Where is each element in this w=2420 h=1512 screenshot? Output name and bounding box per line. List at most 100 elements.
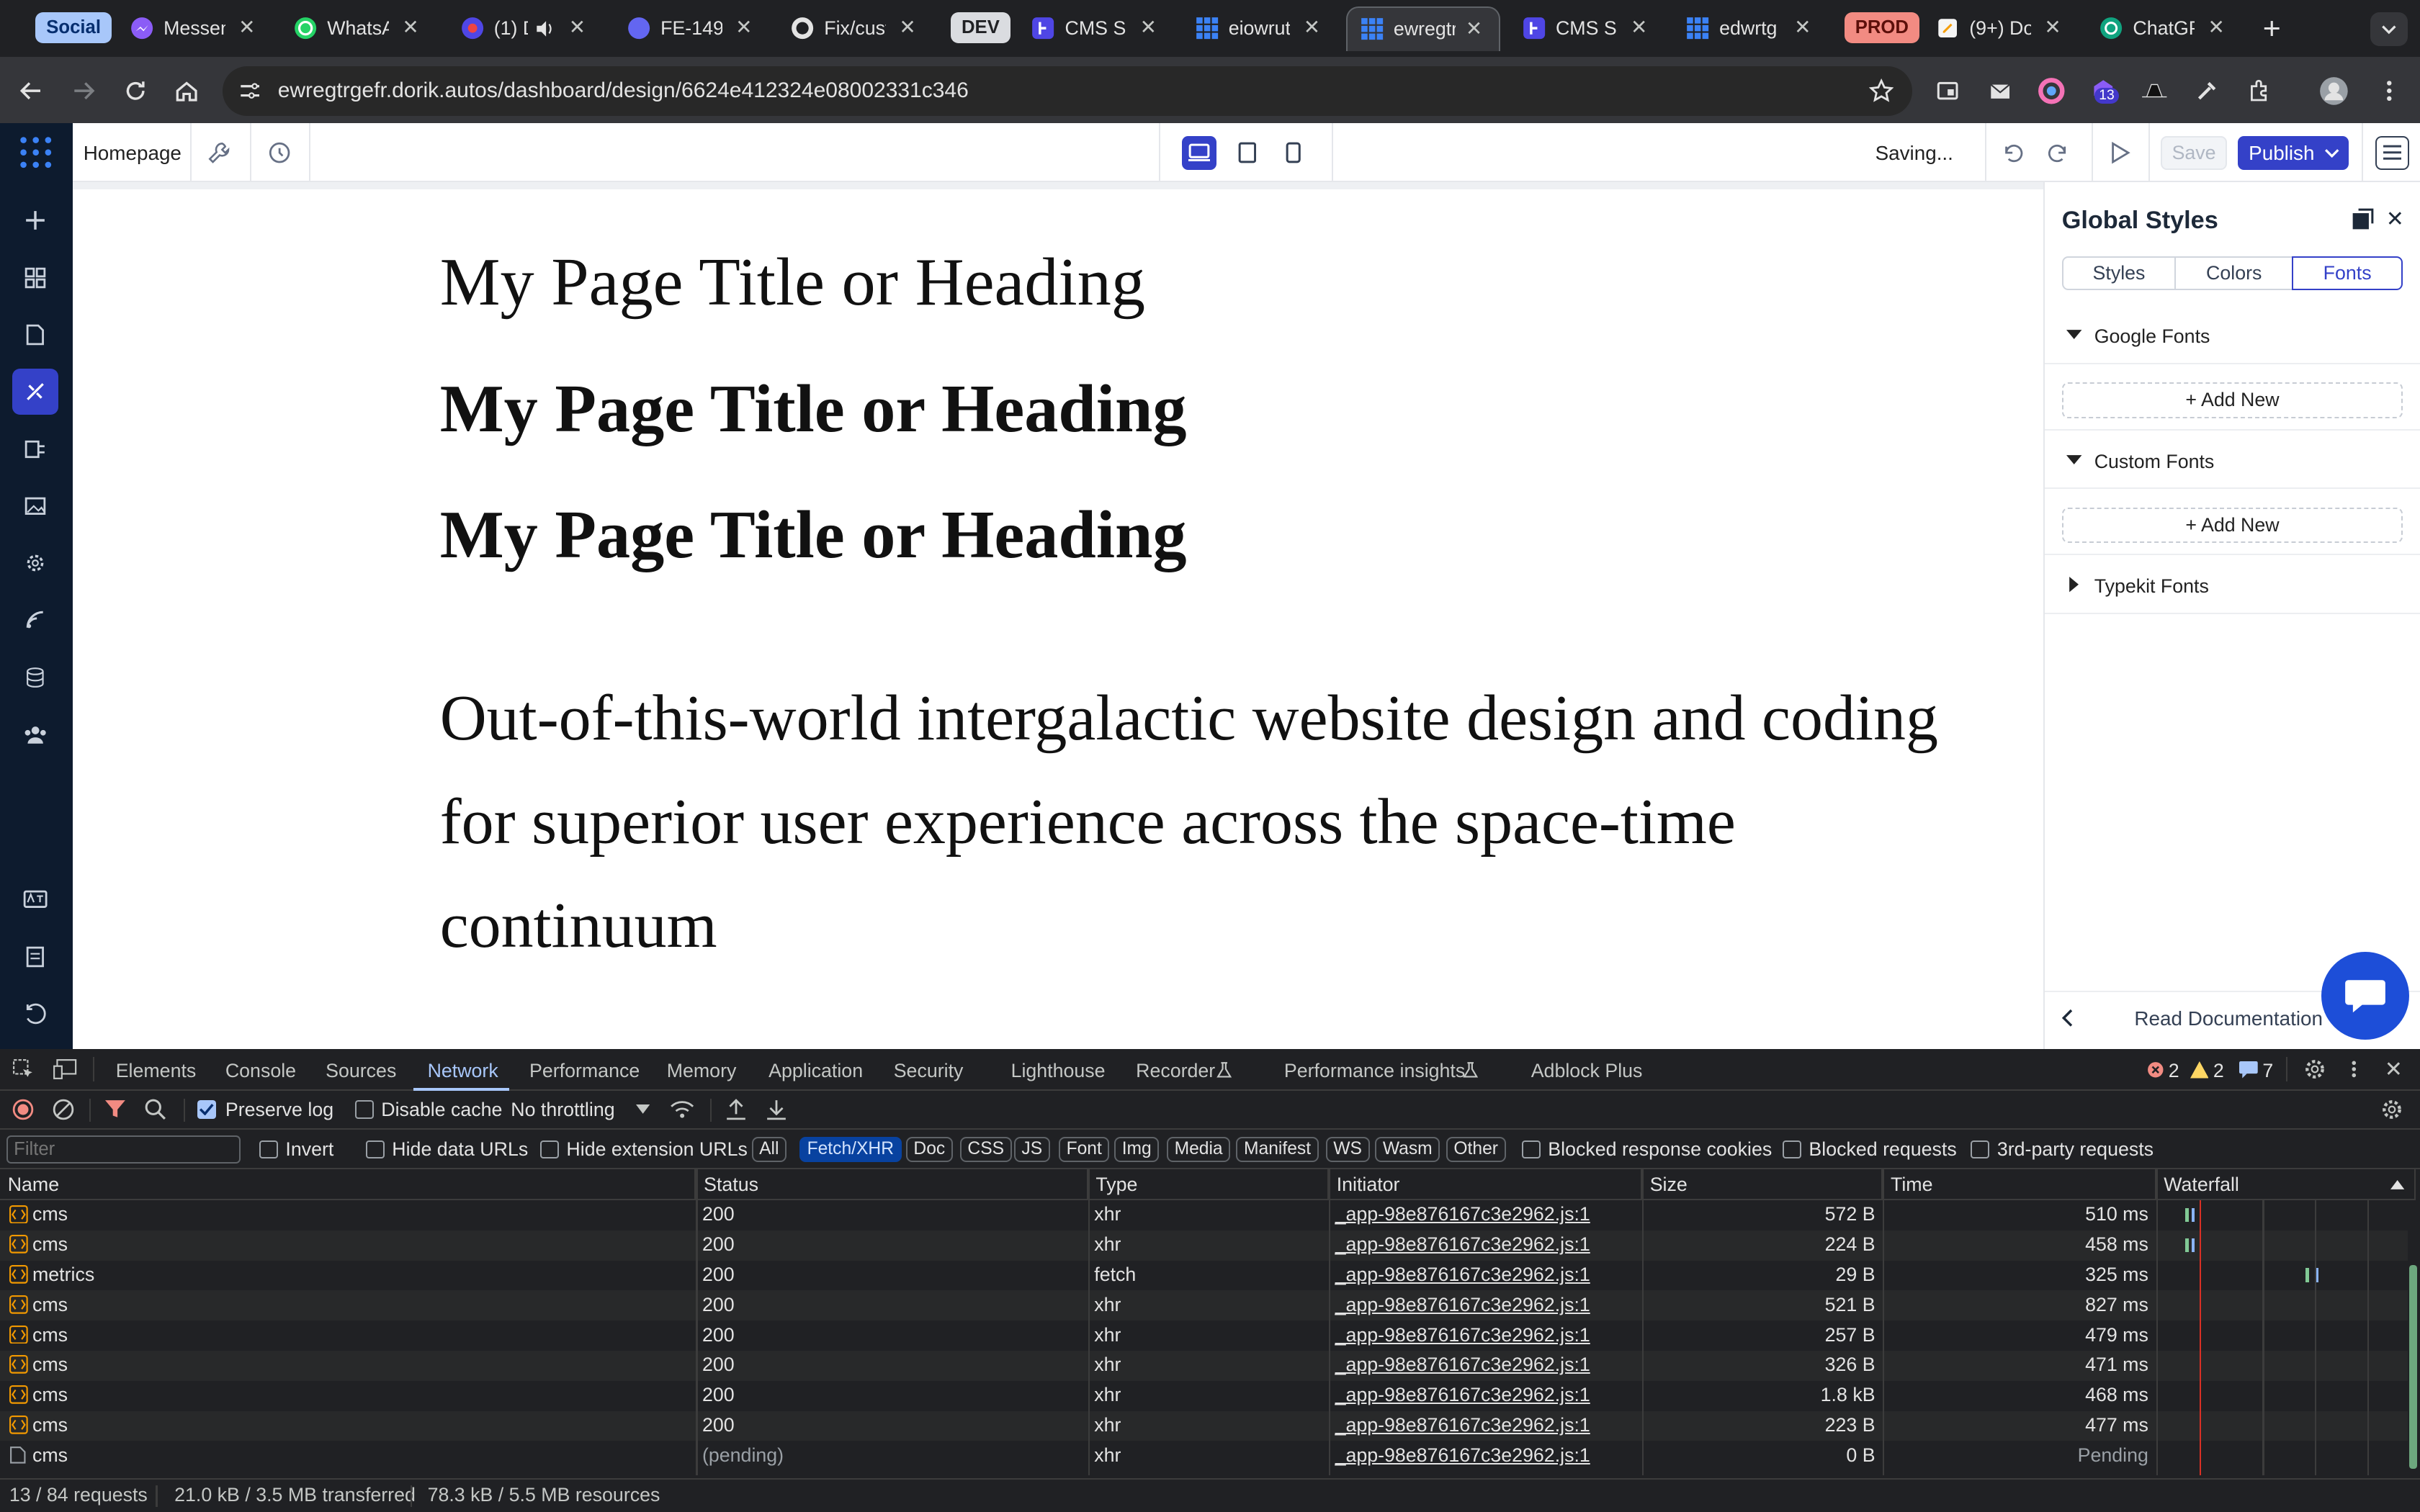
close-icon[interactable]: ✕ xyxy=(1791,15,1815,40)
column-header-time[interactable]: Time xyxy=(1883,1169,2156,1201)
column-header-size[interactable]: Size xyxy=(1642,1169,1883,1201)
tablet-view-button[interactable] xyxy=(1230,136,1264,170)
close-icon[interactable]: ✕ xyxy=(1136,15,1160,40)
extension-badge-icon[interactable]: 13 xyxy=(2085,73,2122,109)
devtools-tab-adblock-plus[interactable]: Adblock Plus xyxy=(1531,1060,1643,1082)
members-icon[interactable] xyxy=(12,711,58,757)
filter-chip-css[interactable]: CSS xyxy=(959,1137,1012,1162)
table-row[interactable]: cms 200 xhr _app-98e876167c3e2962.js:1 223 B… xyxy=(0,1410,2408,1441)
request-initiator-link[interactable]: _app-98e876167c3e2962.js:1 xyxy=(1335,1203,1590,1225)
table-row[interactable]: metrics 200 fetch _app-98e876167c3e2962.js:… xyxy=(0,1261,2408,1291)
design-canvas[interactable]: My Page Title or Heading My Page Title o… xyxy=(72,181,2045,1050)
more-options-icon[interactable] xyxy=(2351,1060,2357,1079)
site-info-icon[interactable] xyxy=(238,78,262,103)
close-icon[interactable]: ✕ xyxy=(1461,17,1486,41)
database-icon[interactable] xyxy=(12,654,58,701)
filter-chip-media[interactable]: Media xyxy=(1167,1137,1231,1162)
settings-gear-icon[interactable] xyxy=(2304,1058,2326,1080)
design-tools-icon[interactable] xyxy=(12,369,59,415)
invert-checkbox[interactable] xyxy=(259,1140,278,1159)
browser-tab-active[interactable]: ewregtr ✕ xyxy=(1345,6,1500,51)
changelog-icon[interactable] xyxy=(12,991,58,1037)
export-har-icon[interactable] xyxy=(766,1099,787,1120)
third-party-requests-checkbox[interactable] xyxy=(1971,1140,1990,1159)
browser-tab[interactable]: (1) D ✕ xyxy=(447,6,601,51)
browser-tab[interactable]: CMS Si ✕ xyxy=(1510,6,1664,51)
settings-gear-icon[interactable] xyxy=(12,540,58,586)
browser-tab[interactable]: FE-149 ✕ xyxy=(614,6,768,51)
filter-chip-manifest[interactable]: Manifest xyxy=(1236,1137,1319,1162)
chat-support-button[interactable] xyxy=(2321,952,2409,1040)
speaker-icon[interactable] xyxy=(534,18,555,40)
tab-fonts[interactable]: Fonts xyxy=(2291,256,2403,290)
close-icon[interactable]: ✕ xyxy=(895,15,920,40)
caret-down-icon[interactable] xyxy=(635,1104,650,1115)
request-initiator-link[interactable]: _app-98e876167c3e2962.js:1 xyxy=(1335,1444,1590,1467)
add-google-font-button[interactable]: + Add New xyxy=(2061,382,2403,418)
undo-icon[interactable] xyxy=(2000,140,2025,165)
request-initiator-link[interactable]: _app-98e876167c3e2962.js:1 xyxy=(1335,1264,1590,1286)
page-heading-normal[interactable]: My Page Title or Heading xyxy=(440,243,1145,321)
table-scrollbar[interactable] xyxy=(2409,1265,2417,1469)
mobile-view-button[interactable] xyxy=(1276,136,1310,170)
publish-button[interactable]: Publish xyxy=(2238,135,2349,170)
page-heading-bold-secondary[interactable]: My Page Title or Heading xyxy=(440,496,1187,574)
filter-chip-doc[interactable]: Doc xyxy=(905,1137,953,1162)
blocked-response-cookies-checkbox[interactable] xyxy=(1521,1140,1541,1159)
error-icon[interactable] xyxy=(2147,1061,2164,1079)
tab-search-button[interactable] xyxy=(2370,12,2408,47)
network-conditions-icon[interactable] xyxy=(670,1099,694,1120)
close-icon[interactable]: ✕ xyxy=(1299,15,1324,40)
devtools-tab-elements[interactable]: Elements xyxy=(116,1060,197,1082)
devtools-tab-sources[interactable]: Sources xyxy=(326,1060,396,1082)
hero-paragraph-line[interactable]: continuum xyxy=(440,888,717,963)
table-row[interactable]: cms 200 xhr _app-98e876167c3e2962.js:1 1.8 k… xyxy=(0,1381,2408,1411)
filter-funnel-icon[interactable] xyxy=(104,1099,125,1119)
devtools-tab-memory[interactable]: Memory xyxy=(667,1060,737,1082)
request-initiator-link[interactable]: _app-98e876167c3e2962.js:1 xyxy=(1335,1294,1590,1316)
filter-chip-ws[interactable]: WS xyxy=(1325,1137,1370,1162)
tab-group-dev[interactable]: DEV xyxy=(951,12,1010,43)
devtools-tab-network[interactable]: Network xyxy=(428,1060,498,1082)
history-icon[interactable] xyxy=(267,140,292,165)
typekit-fonts-section[interactable]: Typekit Fonts xyxy=(2045,559,2420,614)
table-row[interactable]: cms 200 xhr _app-98e876167c3e2962.js:1 257 B… xyxy=(0,1320,2408,1351)
disable-cache-checkbox[interactable] xyxy=(354,1099,374,1119)
dorik-logo[interactable] xyxy=(15,132,55,173)
filter-chip-wasm[interactable]: Wasm xyxy=(1375,1137,1440,1162)
home-button[interactable] xyxy=(169,73,205,109)
bookmark-star-icon[interactable] xyxy=(1869,78,1894,103)
hat-extension-icon[interactable] xyxy=(2136,73,2173,109)
devtools-tab-lighthouse[interactable]: Lighthouse xyxy=(1011,1060,1106,1082)
import-har-icon[interactable] xyxy=(725,1098,747,1120)
devtools-tab-performance-insights[interactable]: Performance insights xyxy=(1284,1060,1465,1082)
request-initiator-link[interactable]: _app-98e876167c3e2962.js:1 xyxy=(1335,1324,1590,1346)
profile-avatar[interactable] xyxy=(2315,73,2352,109)
reload-button[interactable] xyxy=(117,73,154,109)
request-initiator-link[interactable]: _app-98e876167c3e2962.js:1 xyxy=(1335,1414,1590,1436)
hide-extension-urls-checkbox[interactable] xyxy=(540,1140,559,1159)
devtools-tab-console[interactable]: Console xyxy=(225,1060,296,1082)
add-custom-font-button[interactable]: + Add New xyxy=(2061,507,2403,544)
add-element-icon[interactable] xyxy=(12,197,58,243)
puzzle-extensions-icon[interactable] xyxy=(2241,73,2277,109)
blocks-icon[interactable] xyxy=(12,255,58,301)
hamburger-menu-icon[interactable] xyxy=(2375,135,2409,170)
filter-chip-fetch-xhr[interactable]: Fetch/XHR xyxy=(799,1137,902,1162)
browser-tab[interactable]: eiowrut ✕ xyxy=(1182,6,1336,51)
browser-tab[interactable]: edwrtg ✕ xyxy=(1673,6,1827,51)
wrench-icon[interactable] xyxy=(207,140,231,165)
table-row[interactable]: cms (pending) xhr _app-98e876167c3e2962.js:… xyxy=(0,1441,2408,1471)
close-icon[interactable]: ✕ xyxy=(398,15,423,40)
read-documentation-link[interactable]: Read Documentation xyxy=(2134,1007,2323,1030)
browser-tab[interactable]: ChatGP ✕ xyxy=(2087,6,2241,51)
media-image-icon[interactable] xyxy=(12,483,58,529)
filter-chip-font[interactable]: Font xyxy=(1059,1137,1110,1162)
close-devtools-icon[interactable]: ✕ xyxy=(2385,1057,2403,1082)
request-initiator-link[interactable]: _app-98e876167c3e2962.js:1 xyxy=(1335,1384,1590,1406)
close-icon[interactable]: ✕ xyxy=(235,15,259,40)
browser-tab[interactable]: WhatsA ✕ xyxy=(281,6,435,51)
warning-icon[interactable] xyxy=(2190,1061,2209,1079)
hide-data-urls-checkbox[interactable] xyxy=(365,1140,385,1159)
mail-extension-icon[interactable] xyxy=(1981,73,2018,109)
